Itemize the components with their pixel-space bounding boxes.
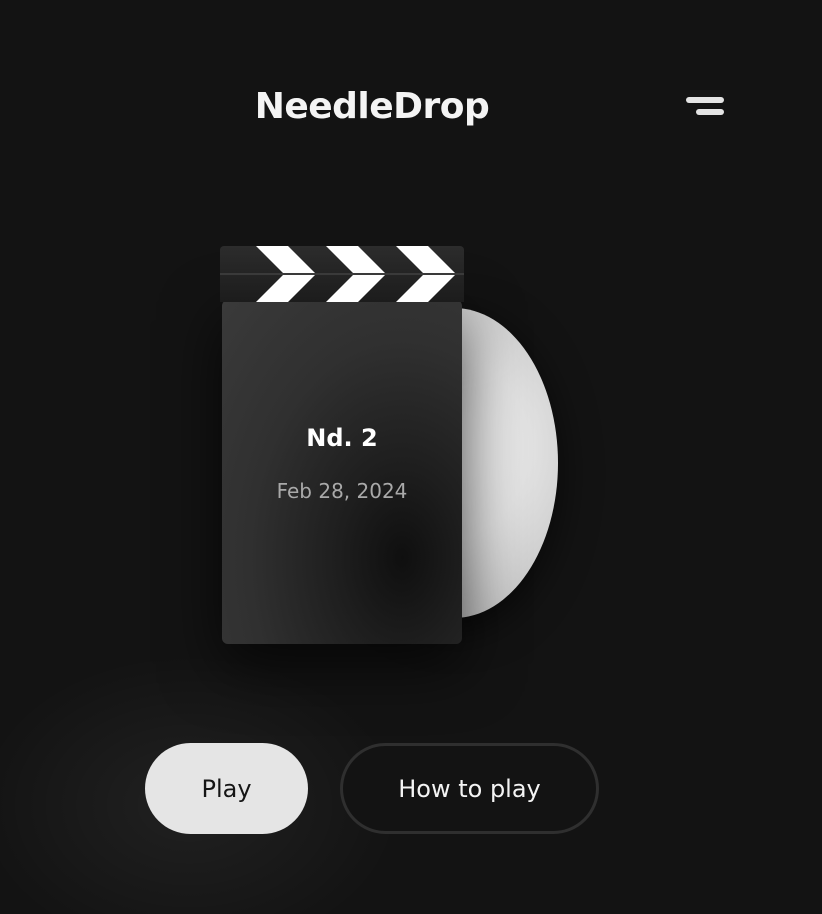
puzzle-number: Nd. 2 (306, 424, 378, 452)
play-button[interactable]: Play (145, 743, 308, 834)
puzzle-card (222, 300, 462, 644)
clapperboard-icon (220, 246, 464, 302)
app-screen: NeedleDrop Nd. 2 Feb 28, 2024 Play How t… (0, 0, 822, 914)
how-to-play-button[interactable]: How to play (340, 743, 599, 834)
menu-button[interactable] (680, 92, 730, 122)
puzzle-date: Feb 28, 2024 (276, 479, 408, 503)
app-title: NeedleDrop (254, 86, 490, 127)
